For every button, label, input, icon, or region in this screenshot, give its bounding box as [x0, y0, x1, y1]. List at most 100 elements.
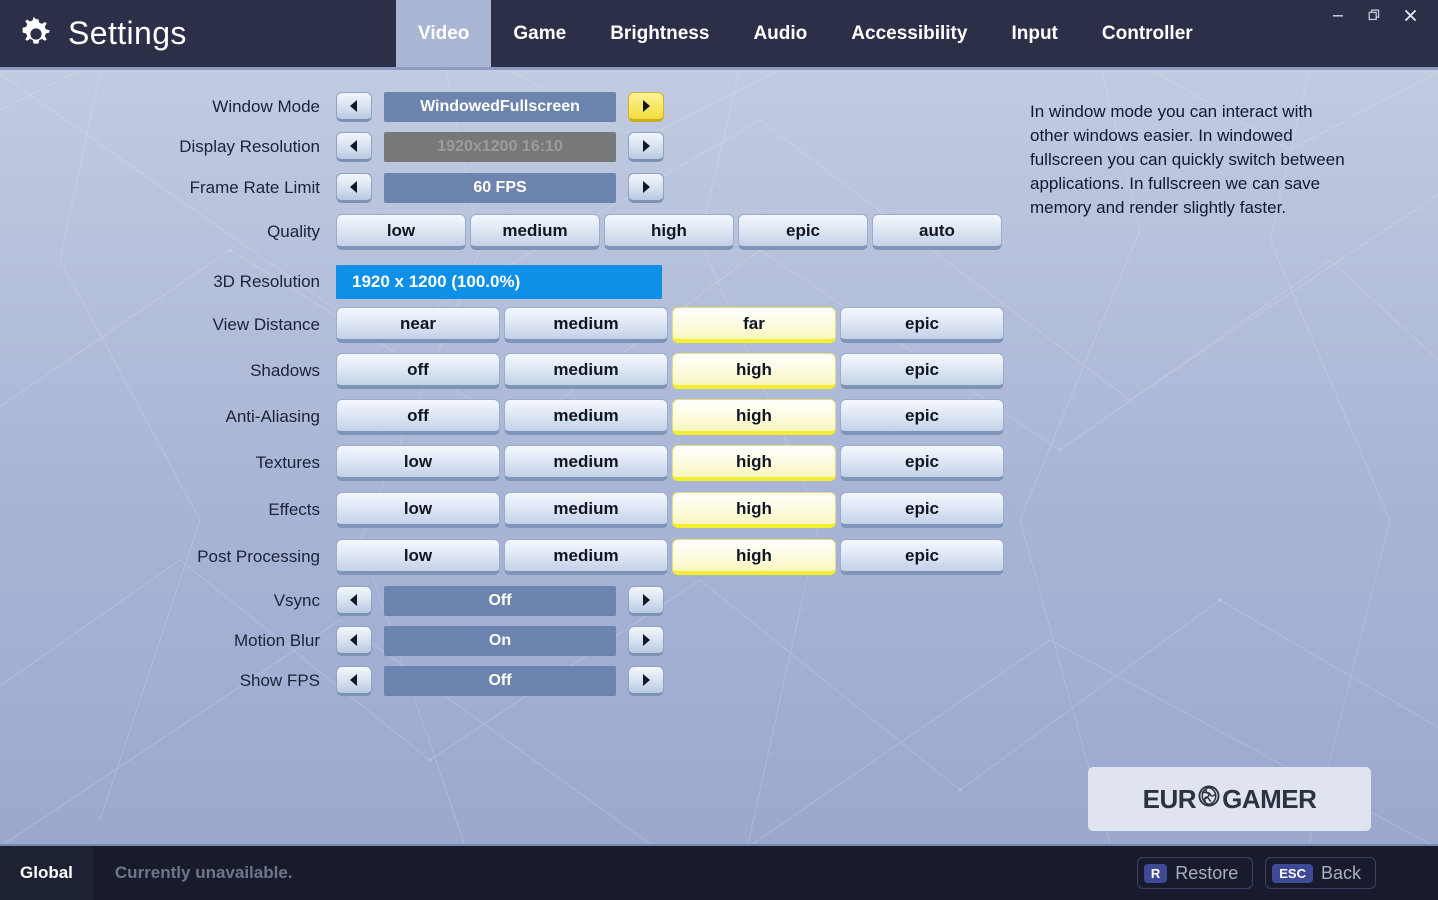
- vsync-next-button[interactable]: [628, 586, 664, 616]
- watermark-text: EUR GAMER: [1143, 784, 1317, 815]
- textures-option-epic[interactable]: epic: [840, 445, 1004, 481]
- effects-option-low[interactable]: low: [336, 492, 500, 528]
- textures-option-medium[interactable]: medium: [504, 445, 668, 481]
- setting-row-quality: Quality low medium high epic auto: [0, 214, 1002, 250]
- post-processing-option-low[interactable]: low: [336, 539, 500, 575]
- view-distance-option-far[interactable]: far: [672, 307, 836, 343]
- label-motion-blur: Motion Blur: [234, 631, 320, 650]
- textures-option-low[interactable]: low: [336, 445, 500, 481]
- quality-option-medium[interactable]: medium: [470, 214, 600, 250]
- motion-blur-prev-button[interactable]: [336, 626, 372, 656]
- quality-option-epic[interactable]: epic: [738, 214, 868, 250]
- label-quality: Quality: [267, 222, 320, 241]
- post-processing-option-medium[interactable]: medium: [504, 539, 668, 575]
- post-processing-option-high[interactable]: high: [672, 539, 836, 575]
- setting-row-frame-rate-limit: Frame Rate Limit 60 FPS: [0, 171, 664, 205]
- anti-aliasing-option-medium[interactable]: medium: [504, 399, 668, 435]
- restore-icon[interactable]: [1364, 5, 1384, 25]
- show-fps-prev-button[interactable]: [336, 666, 372, 696]
- setting-row-window-mode: Window Mode WindowedFullscreen: [0, 90, 664, 124]
- quality-option-low[interactable]: low: [336, 214, 466, 250]
- tab-game[interactable]: Game: [491, 0, 588, 67]
- textures-option-high[interactable]: high: [672, 445, 836, 481]
- shadows-option-off[interactable]: off: [336, 353, 500, 389]
- button-group-effects[interactable]: low medium high epic: [336, 492, 1004, 528]
- button-group-view-distance[interactable]: near medium far epic: [336, 307, 1004, 343]
- setting-row-view-distance: View Distance near medium far epic: [0, 307, 1004, 343]
- setting-row-anti-aliasing: Anti-Aliasing off medium high epic: [0, 399, 1004, 435]
- button-group-textures[interactable]: low medium high epic: [336, 445, 1004, 481]
- window-mode-value[interactable]: WindowedFullscreen: [384, 92, 616, 122]
- anti-aliasing-option-off[interactable]: off: [336, 399, 500, 435]
- window-mode-prev-button[interactable]: [336, 92, 372, 122]
- setting-description: In window mode you can interact with oth…: [1030, 102, 1345, 217]
- effects-option-epic[interactable]: epic: [840, 492, 1004, 528]
- label-effects: Effects: [268, 500, 320, 519]
- motion-blur-next-button[interactable]: [628, 626, 664, 656]
- vsync-prev-button[interactable]: [336, 586, 372, 616]
- app-title-group: Settings: [18, 0, 187, 67]
- label-vsync: Vsync: [273, 591, 320, 610]
- view-distance-option-medium[interactable]: medium: [504, 307, 668, 343]
- quality-option-auto[interactable]: auto: [872, 214, 1002, 250]
- shadows-option-epic[interactable]: epic: [840, 353, 1004, 389]
- label-anti-aliasing: Anti-Aliasing: [225, 407, 321, 426]
- close-icon[interactable]: [1400, 5, 1420, 25]
- motion-blur-value[interactable]: On: [384, 626, 616, 656]
- label-window-mode: Window Mode: [212, 97, 320, 116]
- restore-button[interactable]: R Restore: [1136, 857, 1254, 889]
- slider-3d-resolution[interactable]: 1920 x 1200 (100.0%): [336, 265, 662, 299]
- window-mode-next-button[interactable]: [628, 92, 664, 122]
- frame-rate-limit-value[interactable]: 60 FPS: [384, 173, 616, 203]
- display-resolution-prev-button[interactable]: [336, 132, 372, 162]
- shadows-option-medium[interactable]: medium: [504, 353, 668, 389]
- spinner-display-resolution: 1920x1200 16:10: [336, 132, 664, 162]
- tab-accessibility[interactable]: Accessibility: [829, 0, 989, 67]
- title-bar: Settings Video Game Brightness Audio Accessi…: [0, 0, 1438, 70]
- view-distance-option-epic[interactable]: epic: [840, 307, 1004, 343]
- effects-option-medium[interactable]: medium: [504, 492, 668, 528]
- spinner-frame-rate-limit: 60 FPS: [336, 173, 664, 203]
- label-post-processing: Post Processing: [197, 547, 320, 566]
- anti-aliasing-option-high[interactable]: high: [672, 399, 836, 435]
- display-resolution-value: 1920x1200 16:10: [384, 132, 616, 162]
- shadows-option-high[interactable]: high: [672, 353, 836, 389]
- label-view-distance: View Distance: [212, 315, 320, 334]
- back-button[interactable]: ESC Back: [1265, 857, 1376, 889]
- view-distance-option-near[interactable]: near: [336, 307, 500, 343]
- setting-row-shadows: Shadows off medium high epic: [0, 353, 1004, 389]
- button-group-anti-aliasing[interactable]: off medium high epic: [336, 399, 1004, 435]
- vsync-value[interactable]: Off: [384, 586, 616, 616]
- status-message: Currently unavailable.: [114, 863, 293, 882]
- setting-row-show-fps: Show FPS Off: [0, 664, 664, 698]
- tab-brightness[interactable]: Brightness: [588, 0, 731, 67]
- tab-audio[interactable]: Audio: [731, 0, 829, 67]
- button-group-quality[interactable]: low medium high epic auto: [336, 214, 1002, 250]
- tab-bar[interactable]: Video Game Brightness Audio Accessibility Inp…: [396, 0, 1215, 67]
- minimize-icon[interactable]: [1328, 5, 1348, 25]
- anti-aliasing-option-epic[interactable]: epic: [840, 399, 1004, 435]
- window-controls[interactable]: [1328, 0, 1430, 30]
- tab-video[interactable]: Video: [396, 0, 492, 67]
- label-show-fps: Show FPS: [239, 671, 320, 690]
- post-processing-option-epic[interactable]: epic: [840, 539, 1004, 575]
- frame-rate-limit-next-button[interactable]: [628, 173, 664, 203]
- quality-option-high[interactable]: high: [604, 214, 734, 250]
- show-fps-value[interactable]: Off: [384, 666, 616, 696]
- back-key-badge: ESC: [1272, 863, 1313, 883]
- effects-option-high[interactable]: high: [672, 492, 836, 528]
- eurogamer-watermark: EUR GAMER: [1088, 767, 1371, 831]
- setting-row-display-resolution: Display Resolution 1920x1200 16:10: [0, 130, 664, 164]
- gear-icon: [18, 16, 54, 52]
- tab-controller[interactable]: Controller: [1080, 0, 1215, 67]
- show-fps-next-button[interactable]: [628, 666, 664, 696]
- setting-row-3d-resolution: 3D Resolution 1920 x 1200 (100.0%): [0, 265, 662, 299]
- frame-rate-limit-prev-button[interactable]: [336, 173, 372, 203]
- display-resolution-next-button[interactable]: [628, 132, 664, 162]
- globe-icon: [1197, 784, 1221, 815]
- setting-row-textures: Textures low medium high epic: [0, 445, 1004, 481]
- button-group-post-processing[interactable]: low medium high epic: [336, 539, 1004, 575]
- tab-input[interactable]: Input: [989, 0, 1079, 67]
- label-frame-rate-limit: Frame Rate Limit: [189, 178, 320, 197]
- button-group-shadows[interactable]: off medium high epic: [336, 353, 1004, 389]
